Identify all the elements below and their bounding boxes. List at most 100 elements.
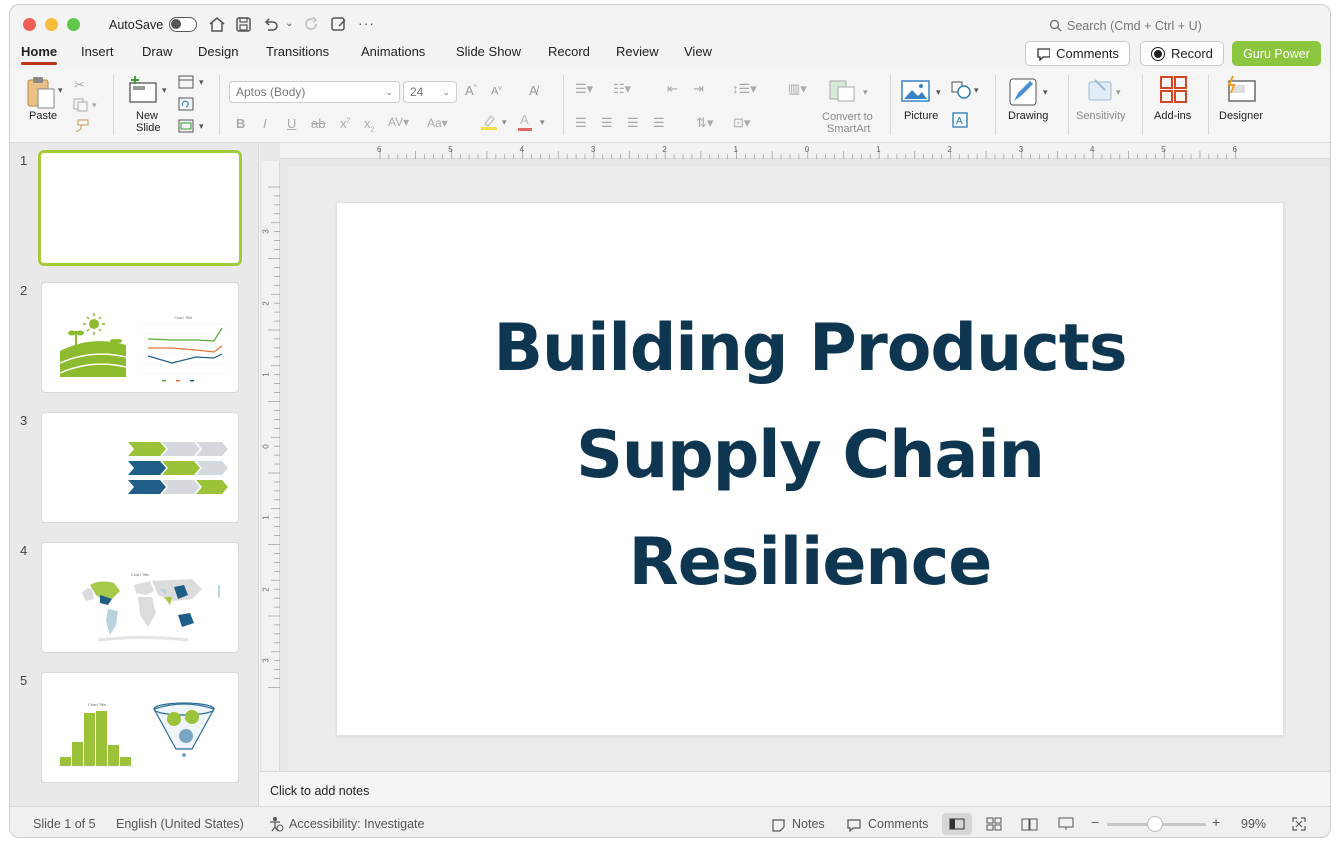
- tab-draw[interactable]: Draw: [142, 44, 172, 59]
- text-box-icon[interactable]: A: [952, 112, 968, 128]
- columns-icon[interactable]: ▥▾: [788, 81, 807, 97]
- tab-home[interactable]: Home: [21, 44, 58, 65]
- accessibility-status[interactable]: Accessibility: Investigate: [289, 817, 424, 831]
- layout-icon[interactable]: [178, 75, 194, 89]
- format-painter-icon[interactable]: [73, 119, 89, 133]
- slide-thumbnail-3[interactable]: [41, 412, 239, 523]
- drawing-chevron-down-icon[interactable]: ▾: [1043, 87, 1048, 98]
- tab-review[interactable]: Review: [616, 44, 659, 59]
- highlight-icon[interactable]: [480, 113, 498, 131]
- align-left-icon[interactable]: ☰: [575, 115, 587, 131]
- subscript-icon[interactable]: x2: [364, 116, 374, 134]
- shapes-icon[interactable]: [951, 81, 973, 99]
- slide-sorter-icon[interactable]: [986, 817, 1002, 831]
- comments-status-icon[interactable]: [846, 818, 862, 832]
- save-as-icon[interactable]: [330, 16, 347, 33]
- slide-thumbnail-1[interactable]: [38, 150, 242, 266]
- smartart-chevron-down-icon[interactable]: ▾: [863, 87, 868, 98]
- copy-chevron-down-icon[interactable]: ▾: [92, 100, 97, 111]
- notes-placeholder[interactable]: Click to add notes: [270, 784, 369, 798]
- font-color-chevron-down-icon[interactable]: ▾: [540, 117, 545, 128]
- underline-icon[interactable]: U: [287, 116, 296, 131]
- layout-chevron-down-icon[interactable]: ▾: [199, 77, 204, 88]
- bold-icon[interactable]: B: [236, 116, 245, 131]
- autosave-toggle[interactable]: [169, 17, 197, 32]
- align-text-icon[interactable]: ⊡▾: [733, 115, 750, 131]
- tab-design[interactable]: Design: [198, 44, 238, 59]
- tab-transitions[interactable]: Transitions: [266, 44, 329, 59]
- accessibility-icon[interactable]: [268, 816, 284, 832]
- slide-title-line-1[interactable]: Building Products: [337, 311, 1283, 386]
- tab-view[interactable]: View: [684, 44, 712, 59]
- add-ins-icon[interactable]: [1159, 75, 1189, 105]
- zoom-level[interactable]: 99%: [1241, 817, 1266, 831]
- slide-title-line-3[interactable]: Resilience: [337, 525, 1283, 600]
- more-icon[interactable]: ···: [358, 15, 375, 31]
- normal-view-button[interactable]: [942, 813, 972, 835]
- smartart-icon[interactable]: [828, 79, 858, 103]
- line-spacing-icon[interactable]: ↕☰▾: [732, 81, 757, 97]
- cut-icon[interactable]: ✂: [74, 77, 85, 93]
- font-color-icon[interactable]: A: [520, 112, 529, 127]
- numbering-icon[interactable]: ☷▾: [613, 81, 631, 97]
- font-name-select[interactable]: Aptos (Body) ⌄: [229, 81, 400, 103]
- highlight-chevron-down-icon[interactable]: ▾: [502, 117, 507, 128]
- comments-toggle[interactable]: Comments: [868, 817, 928, 831]
- superscript-icon[interactable]: x2: [340, 116, 350, 131]
- redo-icon[interactable]: [303, 16, 320, 33]
- reading-view-icon[interactable]: [1021, 817, 1038, 831]
- zoom-in-button[interactable]: +: [1212, 814, 1220, 830]
- text-direction-icon[interactable]: ⇅▾: [696, 115, 713, 131]
- decrease-indent-icon[interactable]: ⇤: [667, 81, 678, 97]
- tab-animations[interactable]: Animations: [361, 44, 425, 59]
- section-chevron-down-icon[interactable]: ▾: [199, 121, 204, 132]
- zoom-window-button[interactable]: [67, 18, 80, 31]
- sensitivity-chevron-down-icon[interactable]: ▾: [1116, 87, 1121, 98]
- increase-indent-icon[interactable]: ⇥: [693, 81, 704, 97]
- change-case-icon[interactable]: Aa▾: [427, 116, 448, 130]
- reset-icon[interactable]: [178, 97, 194, 111]
- paste-icon[interactable]: [25, 75, 59, 111]
- guru-power-button[interactable]: Guru Power: [1232, 41, 1321, 66]
- save-icon[interactable]: [235, 16, 252, 33]
- clear-formatting-icon[interactable]: A̸: [529, 83, 538, 98]
- record-button[interactable]: Record: [1140, 41, 1224, 66]
- picture-chevron-down-icon[interactable]: ▾: [936, 87, 941, 98]
- tab-record[interactable]: Record: [548, 44, 590, 59]
- section-icon[interactable]: [178, 119, 194, 133]
- notes-icon[interactable]: [771, 818, 786, 832]
- slide-thumbnail-5[interactable]: Chart Title: [41, 672, 239, 783]
- drawing-icon[interactable]: [1008, 77, 1038, 107]
- copy-icon[interactable]: [73, 98, 89, 112]
- character-spacing-icon[interactable]: AV▾: [388, 115, 409, 129]
- slide-thumbnail-2[interactable]: Chart Title: [41, 282, 239, 393]
- close-window-button[interactable]: [23, 18, 36, 31]
- font-size-select[interactable]: 24 ⌄: [403, 81, 457, 103]
- zoom-out-button[interactable]: −: [1091, 814, 1099, 830]
- undo-icon[interactable]: [262, 16, 280, 33]
- undo-chevron-down-icon[interactable]: ⌄: [285, 18, 293, 29]
- minimize-window-button[interactable]: [45, 18, 58, 31]
- slide-show-icon[interactable]: [1058, 817, 1074, 831]
- designer-icon[interactable]: [1225, 75, 1257, 105]
- picture-icon[interactable]: [901, 79, 931, 103]
- justify-icon[interactable]: ☰: [653, 115, 665, 131]
- align-center-icon[interactable]: ☰: [601, 115, 613, 131]
- slide-title-line-2[interactable]: Supply Chain: [337, 418, 1283, 493]
- search-input[interactable]: Search (Cmd + Ctrl + U): [1067, 19, 1202, 33]
- italic-icon[interactable]: I: [263, 116, 267, 131]
- bullets-icon[interactable]: ☰▾: [575, 81, 593, 97]
- zoom-slider-thumb[interactable]: [1147, 816, 1163, 832]
- slide-thumbnail-4[interactable]: Chart Title: [41, 542, 239, 653]
- comments-button[interactable]: Comments: [1025, 41, 1130, 66]
- align-right-icon[interactable]: ☰: [627, 115, 639, 131]
- paste-chevron-down-icon[interactable]: ▾: [58, 85, 63, 96]
- tab-slide-show[interactable]: Slide Show: [456, 44, 521, 59]
- new-slide-chevron-down-icon[interactable]: ▾: [162, 85, 167, 96]
- language-status[interactable]: English (United States): [116, 817, 244, 831]
- sensitivity-icon[interactable]: [1085, 76, 1115, 106]
- notes-pane[interactable]: Click to add notes: [260, 771, 1330, 806]
- home-icon[interactable]: [208, 16, 226, 33]
- strikethrough-icon[interactable]: ab: [311, 116, 325, 131]
- notes-toggle[interactable]: Notes: [792, 817, 825, 831]
